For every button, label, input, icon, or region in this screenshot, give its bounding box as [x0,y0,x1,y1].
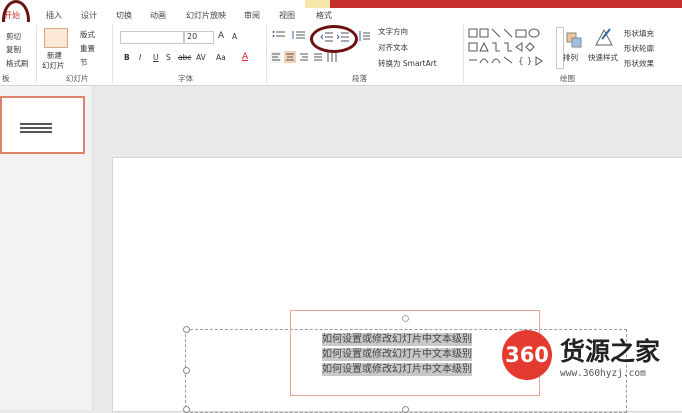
watermark-logo: 360 [502,330,552,380]
shape-effects-button[interactable]: 形状效果 [624,58,654,69]
new-slide-label-2[interactable]: 幻灯片 [42,60,65,71]
selected-text-line[interactable]: 如何设置或修改幻灯片中文本级别 [322,333,472,346]
layout-button[interactable]: 版式 [80,29,95,40]
strikethrough-button[interactable]: abc [178,53,191,62]
thumbnail-text-line [20,127,52,129]
quick-styles-button[interactable]: 快速样式 [588,52,618,63]
text-direction-button[interactable]: 文字方向 [378,26,408,37]
ribbon-tab-row: 开始 插入 设计 切换 动画 幻灯片放映 审阅 视图 格式 [0,8,682,23]
shrink-font-button[interactable]: A [232,32,237,41]
line-spacing-icon[interactable] [358,31,370,41]
title-bar [0,0,682,8]
font-size-combobox[interactable]: 20 [184,31,214,44]
thumbnail-text-line [20,131,52,133]
font-size-value: 20 [187,32,198,41]
copy-button[interactable]: 复制 [6,44,21,55]
group-divider [112,25,113,83]
shadow-button[interactable]: S [166,53,171,62]
tab-review[interactable]: 审阅 [244,10,260,21]
watermark: 360 货源之家 www.360hyzj.com [502,330,682,386]
slides-group-label: 幻灯片 [66,74,89,83]
watermark-url: www.360hyzj.com [560,368,646,379]
italic-button[interactable]: I [139,53,141,62]
new-slide-icon[interactable] [44,28,68,48]
thumbnail-text-line [20,123,52,125]
clipboard-group-label: 板 [2,74,10,83]
rotate-handle[interactable] [402,315,409,322]
arrange-icon[interactable] [566,32,582,48]
section-button[interactable]: 节 [80,57,88,68]
tab-format[interactable]: 格式 [316,10,332,21]
shapes-gallery[interactable]: { } [468,27,552,67]
drawing-group-label: 绘图 [560,74,575,83]
selected-text-line[interactable]: 如何设置或修改幻灯片中文本级别 [322,363,472,376]
numbering-icon[interactable] [292,30,306,40]
window-title-strip [330,0,682,8]
char-spacing-button[interactable]: AV [196,53,206,62]
cut-button[interactable]: 剪切 [6,31,21,42]
group-divider [266,25,267,83]
slide-thumbnail[interactable] [0,96,85,154]
shape-fill-button[interactable]: 形状填充 [624,28,654,39]
bullets-icon[interactable] [272,30,286,40]
reset-button[interactable]: 重置 [80,43,95,54]
tab-view[interactable]: 视图 [279,10,295,21]
tab-insert[interactable]: 插入 [46,10,62,21]
bold-button[interactable]: B [124,53,130,62]
resize-handle[interactable] [183,326,190,333]
shape-outline-button[interactable]: 形状轮廓 [624,43,654,54]
paragraph-group-label: 段落 [352,74,367,83]
font-name-combobox[interactable] [120,31,184,44]
watermark-name: 货源之家 [560,337,661,366]
selected-text-line[interactable]: 如何设置或修改幻灯片中文本级别 [322,348,472,361]
highlight-circle-list-level [310,25,358,53]
grow-font-button[interactable]: A [218,31,224,41]
convert-smartart-button[interactable]: 转换为 SmartArt [378,58,437,69]
group-divider [463,25,464,83]
quick-styles-icon[interactable] [594,27,614,49]
arrange-button[interactable]: 排列 [563,52,578,63]
resize-handle[interactable] [183,367,190,374]
tab-transitions[interactable]: 切换 [116,10,132,21]
svg-text:{ }: { } [518,57,532,67]
tab-design[interactable]: 设计 [81,10,97,21]
font-group-label: 字体 [178,74,193,83]
tab-animations[interactable]: 动画 [150,10,166,21]
align-text-button[interactable]: 对齐文本 [378,42,408,53]
group-divider [36,25,37,83]
format-painter-button[interactable]: 格式刷 [6,58,29,69]
underline-button[interactable]: U [153,53,159,62]
change-case-button[interactable]: Aa [216,53,226,62]
font-color-button[interactable]: A [242,52,248,62]
tab-slideshow[interactable]: 幻灯片放映 [186,10,226,21]
